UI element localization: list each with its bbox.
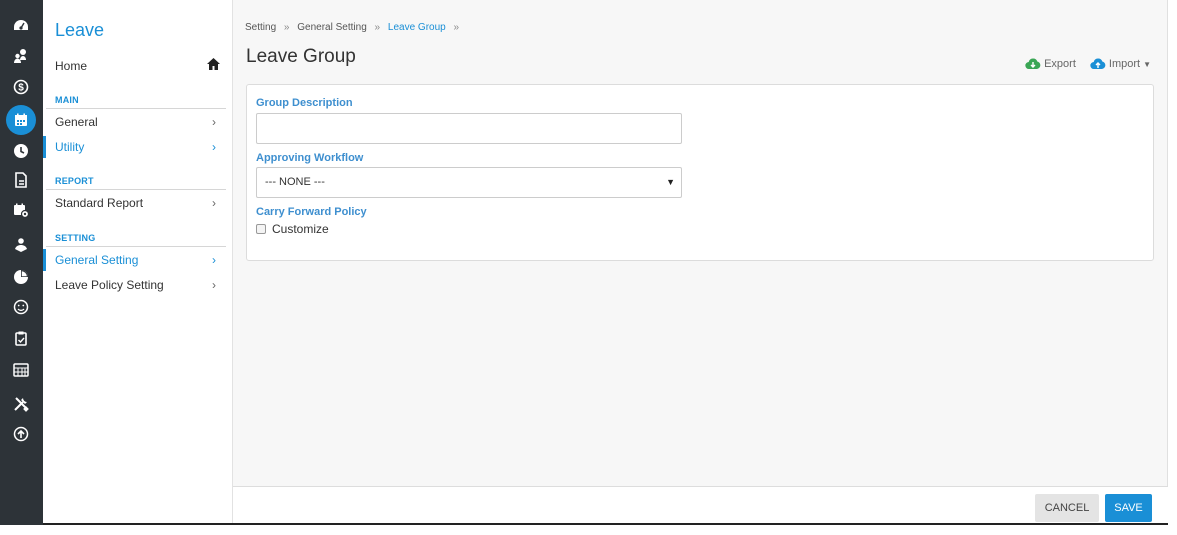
- page-title: Leave Group: [246, 46, 356, 67]
- people-icon[interactable]: [8, 233, 34, 257]
- calendar-icon[interactable]: [6, 105, 36, 135]
- section-main: MAIN: [55, 95, 79, 105]
- chevron-right-icon: ›: [212, 253, 216, 267]
- customize-option[interactable]: Customize: [256, 222, 329, 236]
- dollar-icon[interactable]: $: [8, 75, 34, 99]
- sidebar-item-label: General: [55, 115, 98, 129]
- app-window: $ Leave Home MAIN General › Utility › RE…: [0, 0, 1177, 535]
- upload-icon[interactable]: [8, 422, 34, 446]
- sidebar-item-home[interactable]: Home: [55, 57, 221, 74]
- cloud-download-icon: [1025, 58, 1041, 70]
- chevron-right-icon: ›: [212, 115, 216, 129]
- export-label: Export: [1044, 58, 1076, 70]
- section-report: REPORT: [55, 176, 94, 186]
- caret-down-icon: ▼: [1143, 59, 1151, 69]
- approving-workflow-label: Approving Workflow: [256, 152, 364, 164]
- module-title: Leave: [55, 20, 105, 40]
- form-card: Group Description Approving Workflow ---…: [246, 84, 1154, 261]
- caret-down-icon: ▼: [666, 177, 675, 187]
- page-actions: Export Import ▼: [1011, 58, 1151, 70]
- calendar-settings-icon[interactable]: [8, 198, 34, 222]
- breadcrumb-separator: »: [283, 22, 290, 33]
- import-button[interactable]: Import ▼: [1090, 58, 1151, 70]
- chevron-right-icon: ›: [212, 140, 216, 154]
- sidebar-item-label: Utility: [55, 140, 85, 154]
- sidebar-item-leave-policy-setting[interactable]: Leave Policy Setting ›: [43, 274, 226, 296]
- group-description-label: Group Description: [256, 97, 353, 109]
- svg-text:$: $: [18, 83, 24, 94]
- dashboard-icon[interactable]: [8, 14, 34, 38]
- breadcrumb: Setting » General Setting » Leave Group …: [245, 22, 464, 33]
- breadcrumb-general-setting[interactable]: General Setting: [297, 22, 367, 33]
- section-setting: SETTING: [55, 233, 96, 243]
- sidebar-item-label: Leave Policy Setting: [55, 278, 164, 292]
- customize-label: Customize: [272, 222, 329, 236]
- divider: [46, 189, 226, 190]
- chevron-right-icon: ›: [212, 278, 216, 292]
- sidebar-item-utility[interactable]: Utility ›: [43, 136, 226, 158]
- sidebar-item-general[interactable]: General ›: [43, 111, 226, 133]
- bottom-border: [43, 523, 1168, 525]
- user-money-icon[interactable]: [8, 44, 34, 68]
- divider: [46, 246, 226, 247]
- export-button[interactable]: Export: [1025, 58, 1076, 70]
- document-icon[interactable]: [8, 168, 34, 192]
- module-sidebar: Leave Home MAIN General › Utility › REPO…: [43, 0, 233, 525]
- keyboard-icon[interactable]: [8, 358, 34, 382]
- import-label: Import: [1108, 58, 1141, 70]
- sidebar-item-label: Standard Report: [55, 196, 144, 210]
- breadcrumb-separator: »: [374, 22, 381, 33]
- form-footer: CANCEL SAVE: [233, 486, 1168, 525]
- carry-forward-policy-label: Carry Forward Policy: [256, 206, 367, 218]
- sidebar-item-label: General Setting: [55, 253, 139, 267]
- main-content: Setting » General Setting » Leave Group …: [233, 0, 1168, 525]
- breadcrumb-separator: »: [453, 22, 460, 33]
- tools-icon[interactable]: [8, 392, 34, 416]
- select-value: --- NONE ---: [265, 176, 325, 188]
- sidebar-item-general-setting[interactable]: General Setting ›: [43, 249, 226, 271]
- group-description-input[interactable]: [256, 113, 682, 144]
- approving-workflow-select[interactable]: --- NONE --- ▼: [256, 167, 682, 198]
- cloud-upload-icon: [1090, 58, 1106, 70]
- cancel-button[interactable]: CANCEL: [1035, 494, 1099, 522]
- clock-icon[interactable]: [8, 139, 34, 163]
- chevron-right-icon: ›: [212, 196, 216, 210]
- icon-rail: $: [0, 0, 43, 525]
- sidebar-item-label: Home: [55, 59, 88, 73]
- breadcrumb-setting[interactable]: Setting: [245, 22, 276, 33]
- sidebar-item-standard-report[interactable]: Standard Report ›: [43, 192, 226, 214]
- smile-icon[interactable]: [8, 295, 34, 319]
- save-button[interactable]: SAVE: [1105, 494, 1152, 522]
- breadcrumb-current: Leave Group: [387, 22, 446, 33]
- pie-chart-icon[interactable]: [8, 265, 34, 289]
- clipboard-icon[interactable]: [8, 326, 34, 350]
- home-icon: [206, 57, 221, 74]
- divider: [46, 108, 226, 109]
- customize-checkbox[interactable]: [256, 224, 266, 234]
